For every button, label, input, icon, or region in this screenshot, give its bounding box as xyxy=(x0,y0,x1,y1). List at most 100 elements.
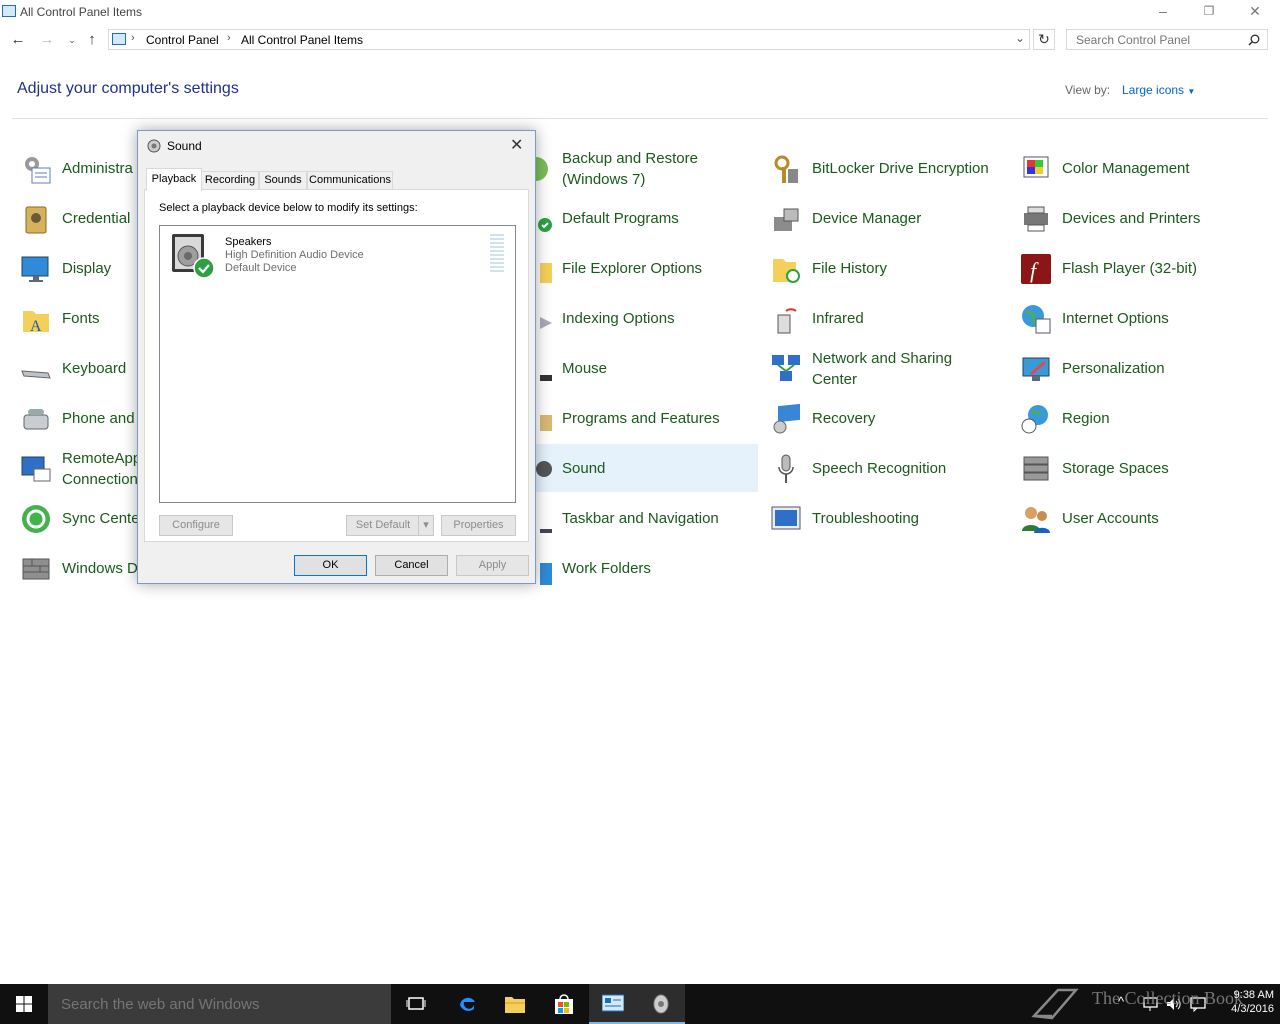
item-devices-and-printers[interactable]: Devices and Printers xyxy=(1016,194,1266,242)
item-label[interactable]: User Accounts xyxy=(1062,508,1159,529)
item-label[interactable]: Sync Cente xyxy=(62,508,140,529)
item-taskbar-and-navigation[interactable]: Taskbar and Navigation xyxy=(516,494,758,542)
close-button[interactable]: ✕ xyxy=(1232,0,1278,24)
item-label[interactable]: Color Management xyxy=(1062,158,1190,179)
set-default-button[interactable]: Set Default xyxy=(346,515,420,536)
search-box[interactable] xyxy=(1066,29,1268,50)
start-button[interactable] xyxy=(0,984,48,1024)
item-programs-and-features[interactable]: Programs and Features xyxy=(516,394,758,442)
restore-button[interactable]: ❐ xyxy=(1186,0,1232,24)
minimize-button[interactable]: – xyxy=(1140,0,1186,24)
item-sound[interactable]: Sound xyxy=(516,444,758,492)
item-file-history[interactable]: File History xyxy=(766,244,1008,292)
item-label[interactable]: Infrared xyxy=(812,308,864,329)
item-label[interactable]: Speech Recognition xyxy=(812,458,946,479)
ok-button[interactable]: OK xyxy=(294,555,367,576)
item-recovery[interactable]: Recovery xyxy=(766,394,1008,442)
item-label[interactable]: File Explorer Options xyxy=(562,258,702,279)
item-label[interactable]: Work Folders xyxy=(562,558,651,579)
task-view-button[interactable] xyxy=(392,984,440,1024)
configure-button[interactable]: Configure xyxy=(159,515,233,536)
item-label[interactable]: Administra xyxy=(62,158,133,179)
item-label[interactable]: Default Programs xyxy=(562,208,679,229)
item-label[interactable]: Phone and xyxy=(62,408,135,429)
system-clock[interactable]: 9:38 AM 4/3/2016 xyxy=(1210,988,1274,1016)
view-by-value[interactable]: Large icons xyxy=(1122,83,1184,97)
device-list-item[interactable]: Speakers High Definition Audio Device De… xyxy=(164,230,504,279)
forward-button[interactable]: → xyxy=(37,30,57,50)
item-label[interactable]: Backup and Restore xyxy=(562,148,698,169)
clock-date[interactable]: 4/3/2016 xyxy=(1210,1002,1274,1016)
item-label[interactable]: Display xyxy=(62,258,111,279)
device-list[interactable]: Speakers High Definition Audio Device De… xyxy=(159,225,516,503)
item-label[interactable]: Internet Options xyxy=(1062,308,1169,329)
cancel-button[interactable]: Cancel xyxy=(375,555,448,576)
item-label[interactable]: Network and Sharing xyxy=(812,348,952,369)
item-file-explorer-options[interactable]: File Explorer Options xyxy=(516,244,758,292)
item-label-line2[interactable]: (Windows 7) xyxy=(562,169,645,190)
taskbar-search-input[interactable] xyxy=(59,995,383,1014)
item-label[interactable]: Troubleshooting xyxy=(812,508,919,529)
item-label[interactable]: Keyboard xyxy=(62,358,126,379)
breadcrumb-all-items[interactable]: All Control Panel Items xyxy=(241,33,363,47)
item-label[interactable]: Storage Spaces xyxy=(1062,458,1169,479)
item-label[interactable]: Sound xyxy=(562,458,605,479)
item-label[interactable]: Device Manager xyxy=(812,208,921,229)
breadcrumb-control-panel[interactable]: Control Panel xyxy=(146,33,219,47)
up-button[interactable]: ↑ xyxy=(82,30,102,50)
properties-button[interactable]: Properties xyxy=(441,515,516,536)
set-default-dropdown-arrow-icon[interactable]: ▾ xyxy=(418,515,434,536)
item-label[interactable]: Windows D xyxy=(62,558,138,579)
item-label[interactable]: Region xyxy=(1062,408,1110,429)
tab-sounds[interactable]: Sounds xyxy=(259,171,307,190)
item-troubleshooting[interactable]: Troubleshooting xyxy=(766,494,1008,542)
item-label[interactable]: RemoteApp xyxy=(62,448,141,469)
item-label[interactable]: Indexing Options xyxy=(562,308,675,329)
item-label[interactable]: Taskbar and Navigation xyxy=(562,508,719,529)
item-device-manager[interactable]: Device Manager xyxy=(766,194,1008,242)
item-default-programs[interactable]: Default Programs xyxy=(516,194,758,242)
item-flash-player[interactable]: f Flash Player (32-bit) xyxy=(1016,244,1266,292)
sound-taskbar-button[interactable] xyxy=(637,984,685,1024)
refresh-button[interactable]: ↻ xyxy=(1033,29,1055,50)
item-label[interactable]: Mouse xyxy=(562,358,607,379)
edge-button[interactable] xyxy=(443,984,491,1024)
item-speech-recognition[interactable]: Speech Recognition xyxy=(766,444,1008,492)
search-input[interactable] xyxy=(1074,32,1248,48)
item-label-line2[interactable]: Connection xyxy=(62,469,138,490)
item-label-line2[interactable]: Center xyxy=(812,369,857,390)
view-by-dropdown[interactable]: Large icons ▼ xyxy=(1122,83,1195,97)
item-indexing-options[interactable]: Indexing Options xyxy=(516,294,758,342)
item-mouse[interactable]: Mouse xyxy=(516,344,758,392)
item-label[interactable]: Recovery xyxy=(812,408,875,429)
item-storage-spaces[interactable]: Storage Spaces xyxy=(1016,444,1266,492)
apply-button[interactable]: Apply xyxy=(456,555,529,576)
file-explorer-button[interactable] xyxy=(491,984,539,1024)
item-label[interactable]: Devices and Printers xyxy=(1062,208,1200,229)
address-bar[interactable]: › Control Panel › All Control Panel Item… xyxy=(108,29,1030,50)
clock-time[interactable]: 9:38 AM xyxy=(1210,988,1274,1002)
tab-communications[interactable]: Communications xyxy=(307,171,393,190)
tab-playback[interactable]: Playback xyxy=(146,168,202,191)
item-network-and-sharing[interactable]: Network and Sharing Center xyxy=(766,344,1008,392)
item-bitlocker[interactable]: BitLocker Drive Encryption xyxy=(766,144,1008,192)
item-label[interactable]: Flash Player (32-bit) xyxy=(1062,258,1197,279)
item-work-folders[interactable]: Work Folders xyxy=(516,544,758,592)
item-label[interactable]: Personalization xyxy=(1062,358,1165,379)
control-panel-taskbar-button[interactable] xyxy=(589,984,637,1024)
item-region[interactable]: Region xyxy=(1016,394,1266,442)
back-button[interactable]: ← xyxy=(8,30,28,50)
item-infrared[interactable]: Infrared xyxy=(766,294,1008,342)
recent-locations-chevron-icon[interactable]: ⌄ xyxy=(62,30,82,50)
item-label[interactable]: BitLocker Drive Encryption xyxy=(812,158,989,179)
dialog-close-button[interactable]: ✕ xyxy=(510,135,523,155)
item-internet-options[interactable]: Internet Options xyxy=(1016,294,1266,342)
item-label[interactable]: Fonts xyxy=(62,308,100,329)
tab-recording[interactable]: Recording xyxy=(201,171,259,190)
taskbar-search-box[interactable] xyxy=(48,984,391,1024)
item-label[interactable]: File History xyxy=(812,258,887,279)
address-dropdown-chevron-icon[interactable]: ⌄ xyxy=(1015,31,1025,45)
item-backup-and-restore[interactable]: Backup and Restore (Windows 7) xyxy=(516,144,758,192)
store-button[interactable] xyxy=(540,984,588,1024)
item-label[interactable]: Programs and Features xyxy=(562,408,720,429)
